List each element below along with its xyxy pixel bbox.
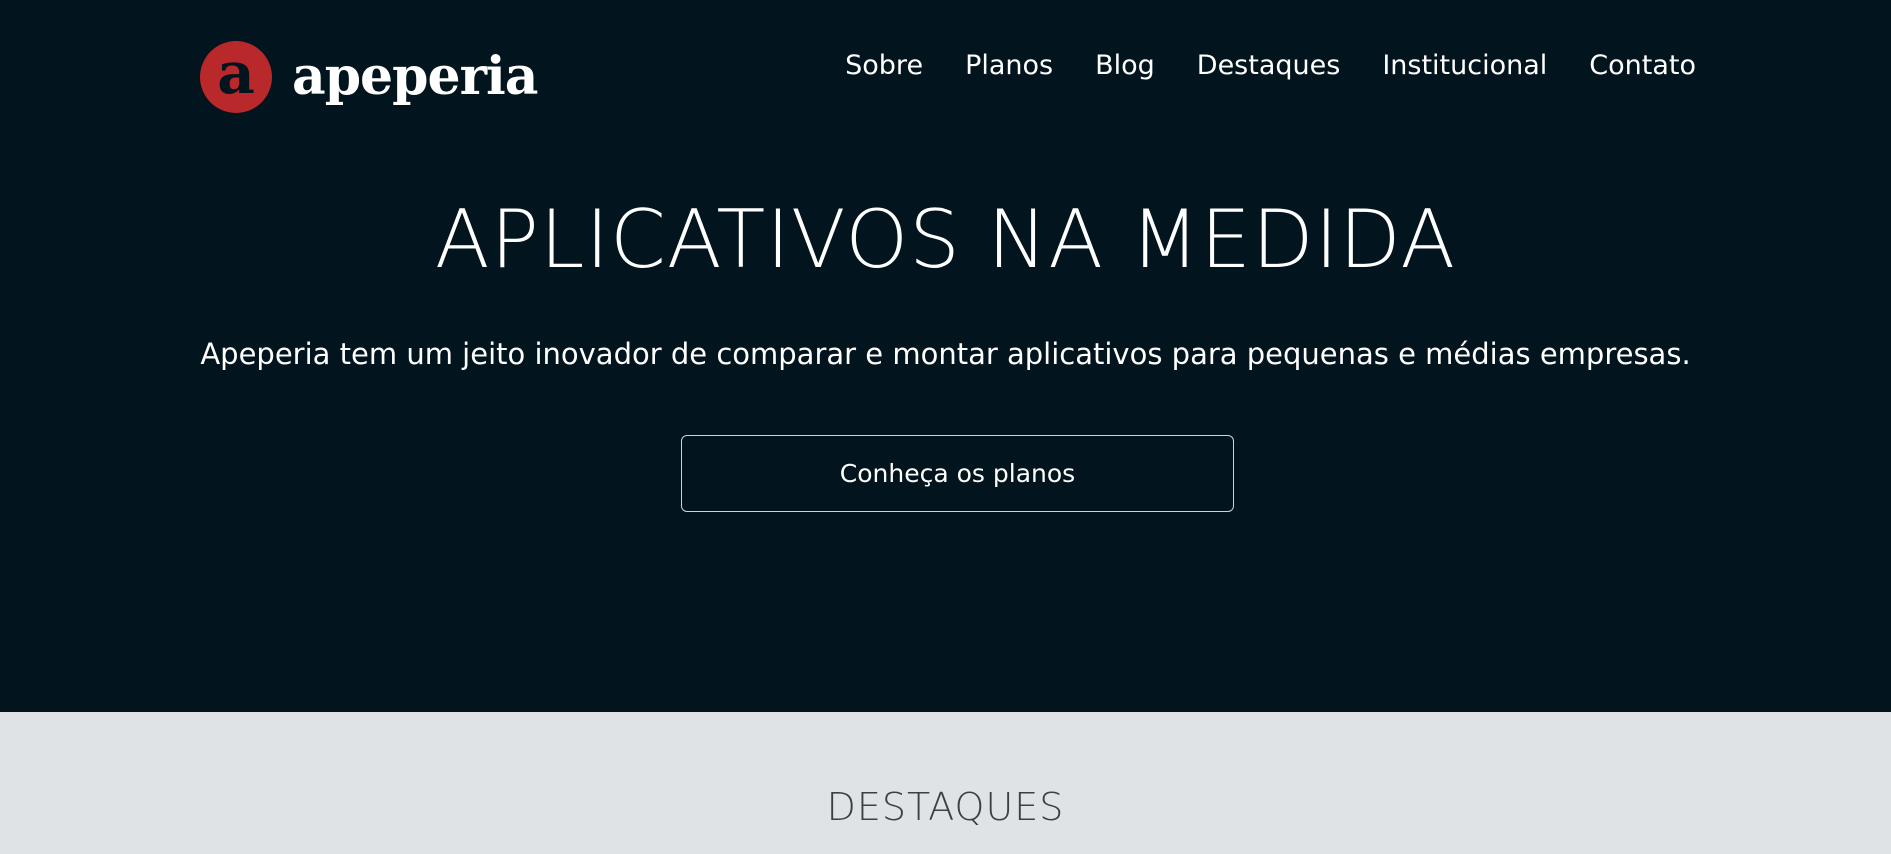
nav-item-contato[interactable]: Contato (1589, 48, 1696, 84)
main-nav: Sobre Planos Blog Destaques Instituciona… (845, 48, 1696, 84)
logo-mark-icon: a (200, 41, 272, 113)
see-plans-button[interactable]: Conheça os planos (681, 435, 1234, 512)
nav-item-institucional[interactable]: Institucional (1382, 48, 1547, 84)
nav-item-planos[interactable]: Planos (965, 48, 1053, 84)
hero-section: a apeperia Sobre Planos Blog Destaques I… (0, 0, 1891, 712)
nav-item-destaques[interactable]: Destaques (1197, 48, 1341, 84)
logo[interactable]: a apeperia (200, 40, 538, 114)
nav-item-blog[interactable]: Blog (1095, 48, 1155, 84)
logo-text: apeperia (292, 46, 538, 107)
highlights-section: DESTAQUES (0, 712, 1891, 854)
hero-subtitle: Apeperia tem um jeito inovador de compar… (200, 337, 1691, 371)
section-title: DESTAQUES (826, 785, 1065, 829)
hero-title: APLICATIVOS NA MEDIDA (434, 193, 1457, 286)
nav-item-sobre[interactable]: Sobre (845, 48, 923, 84)
